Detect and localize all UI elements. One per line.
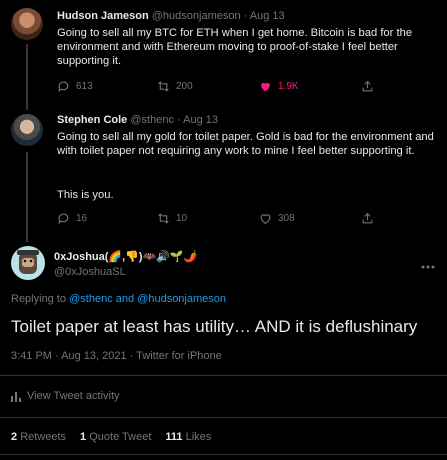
reply-icon: [58, 213, 69, 225]
tweet-actions: 613 200 1.9K: [57, 80, 377, 96]
author-name[interactable]: Stephen Cole: [57, 114, 127, 126]
quote-tweets-stat[interactable]: 1 Quote Tweet: [80, 431, 151, 443]
share-icon: [362, 212, 373, 224]
thread-line: [26, 152, 28, 242]
reply-and: and: [115, 293, 135, 305]
likes-count: 111: [165, 431, 183, 443]
quotes-label: Quote Tweet: [89, 431, 152, 443]
heart-icon: [260, 214, 271, 225]
reply-button[interactable]: 16: [57, 212, 87, 225]
heart-filled-icon: [261, 82, 270, 92]
tweet-stephen[interactable]: Stephen Cole @sthenc · Aug 13 Going to s…: [0, 104, 447, 242]
reply-handle-hudsonjameson[interactable]: @hudsonjameson: [137, 293, 226, 305]
tweet-actions: 16 10 308: [57, 212, 377, 228]
share-button[interactable]: [361, 212, 374, 225]
avatar[interactable]: [11, 114, 43, 146]
retweets-label: Retweets: [20, 431, 67, 443]
retweets-stat[interactable]: 2 Retweets: [11, 431, 66, 443]
likes-label: Likes: [185, 431, 212, 443]
tweet-meta[interactable]: 3:41 PM · Aug 13, 2021 · Twitter for iPh…: [11, 350, 222, 362]
tweet-stats: 2 Retweets 1 Quote Tweet 111 Likes: [11, 431, 211, 443]
retweet-count: 10: [176, 213, 188, 224]
replying-label: Replying to: [11, 293, 67, 305]
tweet-text: Going to sell all my BTC for ETH when I …: [57, 27, 413, 67]
like-count: 1.9K: [278, 81, 299, 92]
replying-to: Replying to @sthenc and @hudsonjameson: [11, 293, 226, 305]
view-tweet-activity[interactable]: View Tweet activity: [11, 390, 120, 402]
avatar[interactable]: [11, 246, 45, 280]
tweet-date[interactable]: · Aug 13: [244, 10, 285, 22]
activity-label: View Tweet activity: [27, 390, 120, 402]
share-button[interactable]: [361, 80, 374, 93]
author-handle[interactable]: @hudsonjameson: [152, 10, 241, 22]
thread-line: [26, 44, 28, 110]
more-icon: [421, 265, 435, 269]
tweet-header: Stephen Cole @sthenc · Aug 13: [57, 114, 218, 126]
ape-avatar-icon: [17, 250, 39, 274]
divider: [0, 375, 447, 376]
reply-count: 16: [76, 213, 88, 224]
retweet-icon: [158, 81, 169, 92]
more-options-button[interactable]: [421, 258, 435, 272]
tweet-header: Hudson Jameson @hudsonjameson · Aug 13: [57, 10, 285, 22]
reply-button[interactable]: 613: [57, 80, 93, 93]
retweets-count: 2: [11, 431, 18, 443]
like-count: 308: [278, 213, 295, 224]
like-button[interactable]: 308: [259, 212, 295, 225]
retweet-icon: [158, 213, 169, 224]
main-tweet-text: Toilet paper at least has utility… AND i…: [11, 317, 418, 336]
retweet-button[interactable]: 200: [157, 80, 193, 93]
tweet-text: Going to sell all my gold for toilet pap…: [57, 131, 434, 157]
reply-handle-sthenc[interactable]: @sthenc: [69, 293, 113, 305]
reply-count: 613: [76, 81, 93, 92]
retweet-count: 200: [176, 81, 193, 92]
tweet-date[interactable]: · Aug 13: [177, 114, 218, 126]
like-button[interactable]: 1.9K: [259, 80, 299, 93]
author-name[interactable]: Hudson Jameson: [57, 10, 149, 22]
divider: [0, 417, 447, 418]
reply-icon: [58, 81, 69, 93]
retweet-button[interactable]: 10: [157, 212, 187, 225]
divider: [0, 454, 447, 455]
main-author-handle[interactable]: @0xJoshuaSL: [54, 266, 126, 278]
share-icon: [362, 80, 373, 92]
tweet-hudson[interactable]: Hudson Jameson @hudsonjameson · Aug 13 G…: [0, 0, 447, 110]
main-author-name[interactable]: 0xJoshua(🌈,👎)🦇🔊🌱🌶️: [54, 250, 197, 263]
quotes-count: 1: [80, 431, 87, 443]
tweet-text-line2: This is you.: [57, 189, 114, 201]
author-handle[interactable]: @sthenc: [130, 114, 174, 126]
avatar[interactable]: [11, 8, 43, 40]
likes-stat[interactable]: 111 Likes: [165, 431, 211, 443]
author-name[interactable]: 0xJoshua(🌈,👎)🦇🔊🌱🌶️: [54, 251, 197, 263]
activity-icon: [11, 391, 21, 402]
